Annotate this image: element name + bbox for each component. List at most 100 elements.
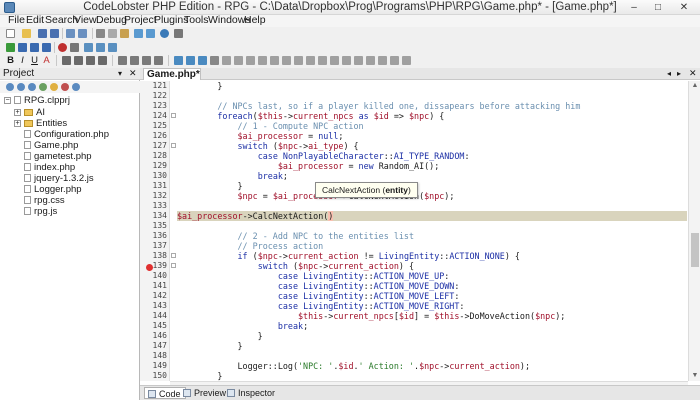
copy-icon[interactable] [108,29,117,38]
align-center-icon[interactable] [74,56,83,65]
media-icon[interactable] [378,56,387,65]
label-icon[interactable] [306,56,315,65]
expander-ai[interactable]: + [14,109,21,116]
checkbox-icon[interactable] [258,56,267,65]
save-all-icon[interactable] [50,29,59,38]
comment-icon[interactable] [402,56,411,65]
button-icon[interactable] [246,56,255,65]
menu-debug[interactable]: Debug [96,14,127,27]
bullets-icon[interactable] [118,56,127,65]
new-file-icon[interactable] [6,29,15,38]
open-folder-icon[interactable] [22,29,31,38]
anchor-icon[interactable] [390,56,399,65]
line-number-gutter[interactable]: 121 122 123 124 125 126 127 128 129 130 … [140,81,170,381]
tree-file-gametest[interactable]: gametest.php [24,151,92,162]
code-area[interactable]: } // NPCs last, so if a player killed on… [177,81,687,381]
options-icon[interactable] [174,29,183,38]
collapse-icon[interactable] [17,83,25,91]
italic-button[interactable]: I [18,54,27,67]
tree-file-index[interactable]: index.php [24,162,75,173]
watch-icon[interactable] [84,43,93,52]
form-icon[interactable] [222,56,231,65]
iframe-icon[interactable] [354,56,363,65]
scroll-down-icon[interactable]: ▼ [689,371,700,381]
div-icon[interactable] [330,56,339,65]
span-icon[interactable] [342,56,351,65]
flash-icon[interactable] [366,56,375,65]
tree-file-jquery[interactable]: jquery-1.3.2.js [24,173,94,184]
add-file-icon[interactable] [39,83,47,91]
close-tab-button[interactable]: ✕ [689,67,697,80]
menu-view[interactable]: View [74,14,97,27]
fold-toggle-icon[interactable] [171,143,176,148]
align-left-icon[interactable] [62,56,71,65]
textarea-icon[interactable] [294,56,303,65]
help-icon[interactable] [160,29,169,38]
refresh-icon[interactable] [6,83,14,91]
stop-icon[interactable] [70,43,79,52]
fold-toggle-icon[interactable] [171,263,176,268]
radio-icon[interactable] [270,56,279,65]
properties-icon[interactable] [72,83,80,91]
indent-icon[interactable] [154,56,163,65]
scroll-up-icon[interactable]: ▲ [689,81,700,91]
numbering-icon[interactable] [130,56,139,65]
breakpoint-icon[interactable] [58,43,67,52]
step-over-icon[interactable] [18,43,27,52]
underline-button[interactable]: U [30,54,39,67]
insert-table-icon[interactable] [198,56,207,65]
step-into-icon[interactable] [30,43,39,52]
maximize-button[interactable]: □ [648,1,668,14]
tree-file-logger[interactable]: Logger.php [24,184,82,195]
input-icon[interactable] [234,56,243,65]
tab-preview[interactable]: Preview [180,387,230,399]
add-folder-icon[interactable] [50,83,58,91]
expander-root[interactable]: − [4,97,11,104]
menu-project[interactable]: Project [124,14,157,27]
cut-icon[interactable] [96,29,105,38]
expand-icon[interactable] [28,83,36,91]
locals-icon[interactable] [96,43,105,52]
save-icon[interactable] [38,29,47,38]
tree-file-rpg-css[interactable]: rpg.css [24,195,65,206]
scrollbar-thumb[interactable] [691,233,699,267]
menu-tools[interactable]: Tools [184,14,209,27]
pin-icon[interactable]: ▾ [118,67,122,80]
fold-toggle-icon[interactable] [171,253,176,258]
run-icon[interactable] [6,43,15,52]
font-color-button[interactable]: A [42,54,51,67]
tree-file-rpg-js[interactable]: rpg.js [24,206,57,217]
replace-icon[interactable] [146,29,155,38]
minimize-button[interactable]: – [624,1,644,14]
tree-folder-ai[interactable]: AI [24,107,45,118]
tree-file-configuration[interactable]: Configuration.php [24,129,109,140]
call-stack-icon[interactable] [108,43,117,52]
fold-toggle-icon[interactable] [171,113,176,118]
outdent-icon[interactable] [142,56,151,65]
breakpoint-marker-icon[interactable] [146,264,153,271]
find-icon[interactable] [134,29,143,38]
bold-button[interactable]: B [6,54,15,67]
step-out-icon[interactable] [42,43,51,52]
remove-icon[interactable] [61,83,69,91]
close-window-button[interactable]: ✕ [674,1,694,14]
fieldset-icon[interactable] [318,56,327,65]
menu-help[interactable]: Help [244,14,266,27]
insert-image-icon[interactable] [174,56,183,65]
align-right-icon[interactable] [86,56,95,65]
tree-root[interactable]: RPG.clpprj [14,95,70,106]
redo-icon[interactable] [78,29,87,38]
insert-link-icon[interactable] [186,56,195,65]
close-panel-button[interactable]: ✕ [129,67,137,80]
expander-entities[interactable]: + [14,120,21,127]
tab-game-php[interactable]: Game.php* [143,68,201,80]
justify-icon[interactable] [98,56,107,65]
tab-inspector[interactable]: Inspector [224,387,279,399]
select-icon[interactable] [282,56,291,65]
tab-scroll-right-icon[interactable]: ▸ [677,67,681,80]
tree-file-game[interactable]: Game.php [24,140,78,151]
vertical-scrollbar[interactable]: ▲ ▼ [688,81,700,381]
horizontal-rule-icon[interactable] [210,56,219,65]
tree-folder-entities[interactable]: Entities [24,118,67,129]
undo-icon[interactable] [66,29,75,38]
